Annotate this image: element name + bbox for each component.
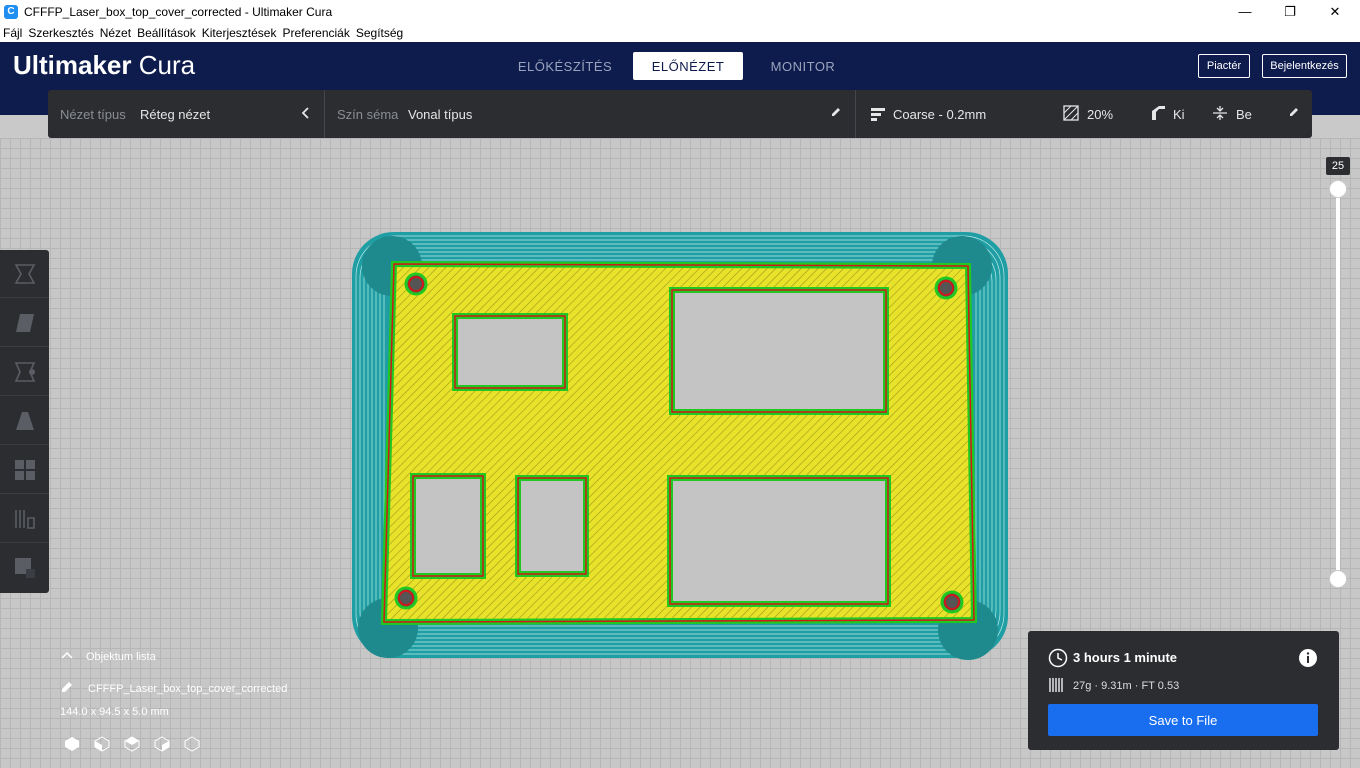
camera-views — [64, 736, 200, 755]
move-tool-icon[interactable] — [0, 250, 49, 298]
menu-preferences[interactable]: Preferenciák — [282, 26, 349, 40]
layer-preview-model[interactable] — [340, 220, 1020, 670]
settings-pencil-icon[interactable] — [1288, 106, 1300, 121]
menu-help[interactable]: Segítség — [356, 26, 403, 40]
clock-icon — [1048, 648, 1068, 673]
menu-view[interactable]: Nézet — [100, 26, 131, 40]
menu-extensions[interactable]: Kiterjesztések — [202, 26, 277, 40]
menu-edit[interactable]: Szerkesztés — [28, 26, 93, 40]
print-time: 3 hours 1 minute — [1073, 650, 1178, 665]
support-icon — [1150, 105, 1166, 124]
color-scheme-value[interactable]: Vonal típus — [408, 107, 472, 122]
logo-brand: Ultimaker — [13, 50, 132, 80]
view-left-icon[interactable] — [154, 736, 170, 755]
material-usage: 27g · 9.31m · FT 0.53 — [1073, 680, 1180, 692]
menu-file[interactable]: Fájl — [3, 26, 22, 40]
tab-prepare[interactable]: ELŐKÉSZÍTÉS — [510, 52, 620, 80]
pencil-icon[interactable] — [830, 106, 842, 121]
support-blocker-icon[interactable] — [0, 495, 49, 543]
object-dimensions: 144.0 x 94.5 x 5.0 mm — [60, 706, 169, 718]
rotate-tool-icon[interactable] — [0, 348, 49, 396]
support-value[interactable]: Ki — [1173, 107, 1185, 122]
marketplace-button[interactable]: Piactér — [1198, 54, 1250, 78]
infill-value[interactable]: 20% — [1087, 107, 1113, 122]
adhesion-value[interactable]: Be — [1236, 107, 1252, 122]
tool-panel — [0, 250, 49, 593]
view-type-label: Nézet típus — [60, 106, 126, 122]
chevron-left-icon[interactable] — [300, 104, 312, 125]
scale-tool-icon[interactable] — [0, 299, 49, 347]
menu-bar: Fájl Szerkesztés Nézet Beállítások Kiter… — [0, 23, 1360, 42]
close-icon[interactable]: ✕ — [1312, 0, 1358, 23]
layer-slider-bottom-handle[interactable] — [1329, 570, 1347, 588]
minimize-icon[interactable]: — — [1222, 0, 1268, 23]
logo: Ultimaker Cura — [13, 50, 195, 81]
login-button[interactable]: Bejelentkezés — [1262, 54, 1347, 78]
logo-product: Cura — [138, 50, 196, 80]
window-title: CFFFP_Laser_box_top_cover_corrected - Ul… — [24, 4, 333, 19]
object-name-row: CFFFP_Laser_box_top_cover_corrected — [60, 680, 287, 697]
profile-icon — [870, 106, 886, 125]
color-scheme-label: Szín séma — [337, 106, 399, 122]
tab-monitor[interactable]: MONITOR — [753, 52, 853, 80]
layer-slider-track[interactable] — [1336, 190, 1340, 578]
view-top-icon[interactable] — [124, 736, 140, 755]
chevron-up-icon — [60, 650, 74, 663]
info-icon[interactable] — [1298, 648, 1318, 673]
adhesion-icon — [1212, 105, 1228, 124]
infill-icon — [1063, 105, 1079, 124]
cura-app-icon: C — [4, 4, 18, 19]
maximize-icon[interactable]: ❐ — [1267, 0, 1313, 23]
profile-value[interactable]: Coarse - 0.2mm — [893, 107, 986, 122]
layer-slider-top-handle[interactable] — [1329, 180, 1347, 198]
edit-name-icon[interactable] — [60, 680, 74, 697]
mirror-tool-icon[interactable] — [0, 397, 49, 445]
filament-icon — [1048, 677, 1066, 698]
view-front-icon[interactable] — [94, 736, 110, 755]
tab-preview[interactable]: ELŐNÉZET — [633, 52, 743, 80]
save-to-file-button[interactable]: Save to File — [1048, 704, 1318, 736]
object-list-header[interactable]: Objektum lista — [60, 650, 156, 663]
mesh-tools-icon[interactable] — [0, 544, 49, 592]
view-right-icon[interactable] — [184, 736, 200, 755]
window-titlebar: C CFFFP_Laser_box_top_cover_corrected - … — [0, 0, 1360, 23]
object-list-title: Objektum lista — [86, 650, 156, 663]
view-3d-icon[interactable] — [64, 736, 80, 755]
view-toolbar: Nézet típus Réteg nézet Szín séma Vonal … — [48, 90, 1312, 138]
print-info-panel: 3 hours 1 minute 27g · 9.31m · FT 0.53 S… — [1028, 631, 1339, 750]
menu-settings[interactable]: Beállítások — [137, 26, 196, 40]
view-type-value[interactable]: Réteg nézet — [140, 107, 210, 122]
per-model-settings-icon[interactable] — [0, 446, 49, 494]
layer-number-badge: 25 — [1326, 157, 1350, 175]
object-name: CFFFP_Laser_box_top_cover_corrected — [88, 682, 288, 695]
